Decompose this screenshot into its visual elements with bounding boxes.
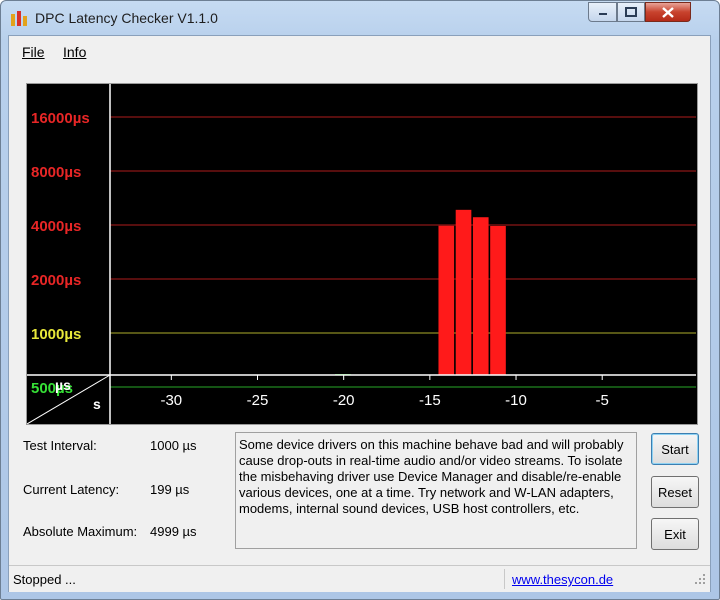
y-tick-label: 4000µs <box>31 218 81 235</box>
maximize-icon <box>625 7 637 17</box>
latency-chart: 500µs 1000µs 2000µs 4000µs 8000µs 16000µs µs s -… <box>26 83 698 425</box>
y-tick-label: 1000µs <box>31 326 81 343</box>
menu-info[interactable]: Info <box>63 44 86 60</box>
status-separator <box>504 569 505 589</box>
menu-bar: File Info <box>9 36 710 67</box>
website-link[interactable]: www.thesycon.de <box>512 572 613 587</box>
test-interval-value: 1000 µs <box>150 438 197 453</box>
status-text: Stopped ... <box>13 572 76 587</box>
latency-bar <box>472 217 489 375</box>
x-tick-label: -20 <box>333 392 355 409</box>
app-icon <box>11 11 27 26</box>
maximize-button[interactable] <box>617 2 645 22</box>
x-tick-label: -10 <box>505 392 527 409</box>
current-latency-label: Current Latency: <box>23 482 120 497</box>
menu-file-label: File <box>22 44 45 60</box>
minimize-icon <box>598 13 607 15</box>
close-icon <box>662 6 674 18</box>
x-tick-label: -15 <box>419 392 441 409</box>
y-tick-label: 16000µs <box>31 110 90 127</box>
latency-chart-svg: 500µs1000µs2000µs4000µs8000µs16000µsµss -… <box>26 84 696 425</box>
x-tick-label: -30 <box>160 392 182 409</box>
y-tick-label: 2000µs <box>31 272 81 289</box>
exit-button[interactable]: Exit <box>651 518 699 550</box>
window-title: DPC Latency Checker V1.1.0 <box>35 10 218 26</box>
start-button[interactable]: Start <box>651 433 699 465</box>
menu-file[interactable]: File <box>22 44 45 60</box>
current-latency-value: 199 µs <box>150 482 190 497</box>
app-window: DPC Latency Checker V1.1.0 File Info 500… <box>0 0 720 600</box>
message-line: the misbehaving driver use Device Manage… <box>239 469 622 484</box>
y-tick-label: 8000µs <box>31 164 81 181</box>
status-bar: Stopped ... www.thesycon.de <box>9 565 710 592</box>
reset-button[interactable]: Reset <box>651 476 699 508</box>
latency-bar <box>490 225 506 375</box>
x-axis-unit-label: s <box>93 396 101 412</box>
absolute-maximum-label: Absolute Maximum: <box>23 524 138 539</box>
close-button[interactable] <box>645 2 691 22</box>
menu-info-label: Info <box>63 44 87 60</box>
message-line: cause drop-outs in real-time audio and/o… <box>239 453 623 468</box>
minimize-button[interactable] <box>588 2 617 22</box>
message-line: modems, internal sound devices, USB host… <box>239 501 580 516</box>
latency-bar <box>438 225 455 375</box>
client-area: File Info 500µs 1000µs 2000µs 4000µs 8000µs 1… <box>8 35 711 592</box>
diagnosis-message: Some device drivers on this machine beha… <box>235 432 637 549</box>
y-axis-unit-label: µs <box>55 377 71 393</box>
x-tick-label: -5 <box>596 392 609 409</box>
test-interval-label: Test Interval: <box>23 438 97 453</box>
message-line: various devices, one at a time. Try netw… <box>239 485 614 500</box>
resize-grip-icon[interactable] <box>691 570 707 586</box>
message-line: Some device drivers on this machine beha… <box>239 437 624 452</box>
x-tick-label: -25 <box>247 392 269 409</box>
title-bar[interactable]: DPC Latency Checker V1.1.0 <box>1 1 719 35</box>
absolute-maximum-value: 4999 µs <box>150 524 197 539</box>
latency-bar <box>455 209 472 375</box>
